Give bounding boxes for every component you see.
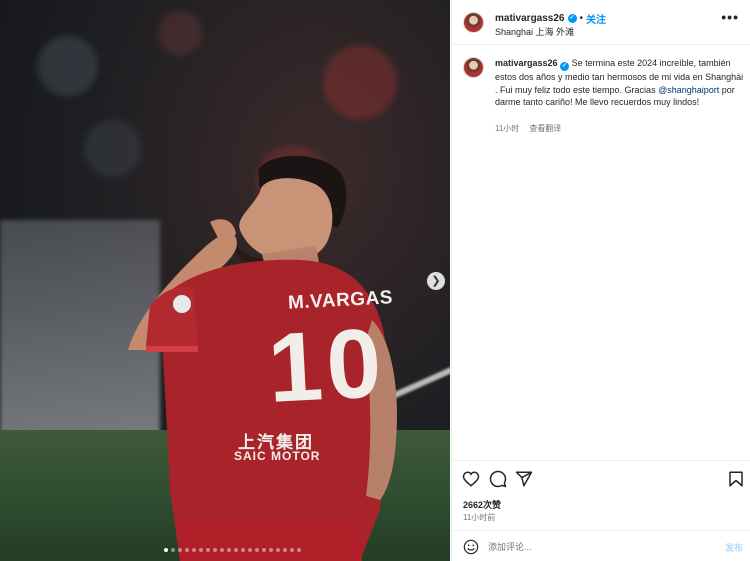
chevron-right-icon: ❯ <box>431 274 441 287</box>
emoji-icon[interactable] <box>463 539 479 555</box>
carousel-dots <box>164 548 301 552</box>
carousel-dot <box>178 548 182 552</box>
post-side-panel: mativargass26 ✓ • 关注 Shanghai 上海 外滩 ••• … <box>451 0 750 561</box>
caption-meta: 11小时 查看翻译 <box>495 123 561 134</box>
caption-username[interactable]: mativargass26 <box>495 58 558 68</box>
caption-timestamp: 11小时 <box>495 124 520 133</box>
share-icon[interactable] <box>515 470 533 488</box>
carousel-dot <box>297 548 301 552</box>
carousel-dot <box>290 548 294 552</box>
heart-icon[interactable] <box>462 470 480 488</box>
see-translation-link[interactable]: 查看翻译 <box>529 123 561 134</box>
carousel-dot <box>248 548 252 552</box>
post-comment-button[interactable]: 发布 <box>725 541 743 554</box>
carousel-dot <box>283 548 287 552</box>
carousel-next-button[interactable]: ❯ <box>427 272 445 290</box>
more-options-icon[interactable]: ••• <box>721 10 739 24</box>
carousel-dot <box>164 548 168 552</box>
carousel-dot <box>220 548 224 552</box>
carousel-dot <box>262 548 266 552</box>
carousel-dot <box>213 548 217 552</box>
post-actions: 2662次赞 11小时前 <box>452 460 750 530</box>
carousel-dot <box>171 548 175 552</box>
mention-link[interactable]: @shanghaiport <box>658 85 719 95</box>
post-header: mativargass26 ✓ • 关注 Shanghai 上海 外滩 ••• <box>452 0 750 45</box>
carousel-dot <box>227 548 231 552</box>
carousel-dot <box>192 548 196 552</box>
separator-dot: • <box>579 13 584 24</box>
like-count[interactable]: 2662次赞 <box>463 498 501 511</box>
carousel-dot <box>199 548 203 552</box>
comment-input[interactable] <box>488 538 708 555</box>
verified-badge-icon: ✓ <box>560 62 570 71</box>
carousel-dot <box>276 548 280 552</box>
carousel-dot <box>206 548 210 552</box>
bookmark-icon[interactable] <box>727 470 745 488</box>
carousel-dot <box>234 548 238 552</box>
carousel-dot <box>269 548 273 552</box>
post-image[interactable]: M.VARGAS 10 上汽集团 SAIC MOTOR ❯ <box>0 0 450 561</box>
verified-badge-icon: ✓ <box>567 14 577 23</box>
jersey-sponsor-en: SAIC MOTOR <box>234 449 321 463</box>
comment-bar: 发布 <box>452 530 750 561</box>
carousel-dot <box>241 548 245 552</box>
carousel-dot <box>185 548 189 552</box>
header-user-row: mativargass26 ✓ • 关注 <box>495 11 606 26</box>
carousel-dot <box>255 548 259 552</box>
avatar[interactable] <box>463 12 484 33</box>
caption-text: mativargass26 ✓ Se termina este 2024 inc… <box>495 57 745 109</box>
location-link[interactable]: Shanghai 上海 外滩 <box>495 25 574 38</box>
follow-button[interactable]: 关注 <box>586 11 606 26</box>
post-timestamp: 11小时前 <box>463 513 496 522</box>
jersey-number: 10 <box>265 307 388 423</box>
caption-avatar[interactable] <box>463 57 484 78</box>
username-link[interactable]: mativargass26 <box>495 13 565 24</box>
comment-icon[interactable] <box>489 470 507 488</box>
